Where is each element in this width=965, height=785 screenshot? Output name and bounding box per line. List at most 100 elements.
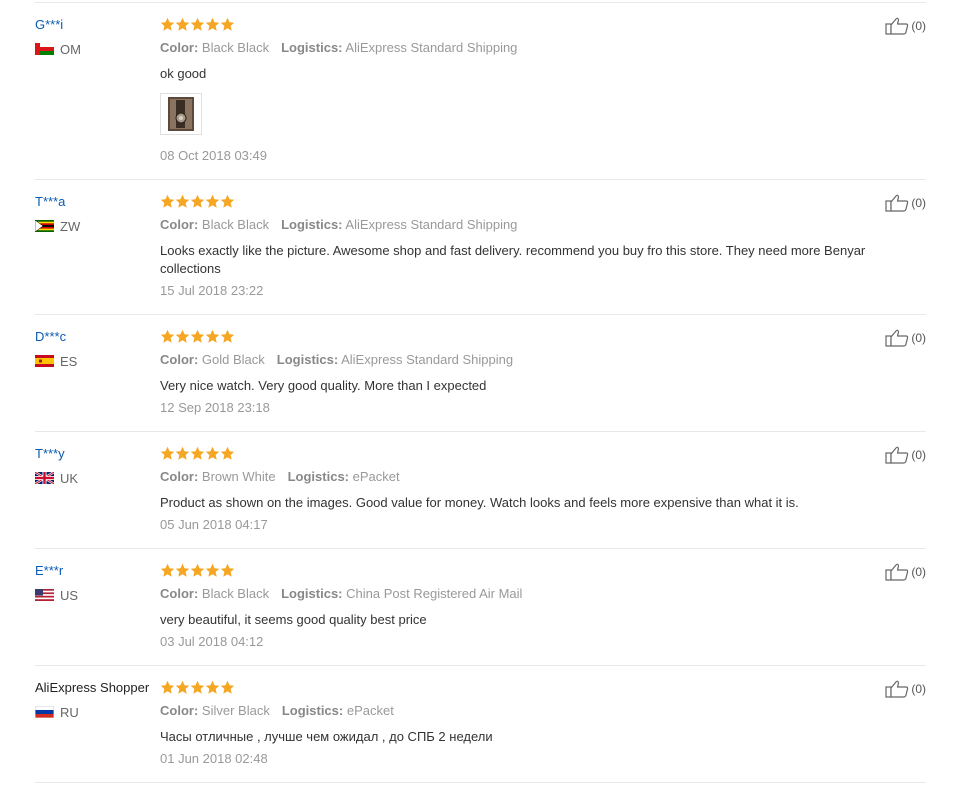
logistics-label: Logistics: [276,352,339,367]
review-item: AliExpress Shopper RU Color: Silver Blac… [35,666,926,783]
thumbs-up-icon [885,17,909,35]
helpful-count: (0) [911,19,926,33]
reviewer-country: OM [35,41,160,57]
color-label: Color: [160,469,199,484]
reviewer-name[interactable]: D***c [35,329,160,345]
review-item: T***y UK Color: Brown White Logistics: eP… [35,432,926,549]
star-icon [175,563,190,577]
country-code: UK [60,470,79,486]
review-item: T***a ZW Color: Black Black Logistics: Al… [35,180,926,315]
review-attributes: Color: Black Black Logistics: AliExpress … [160,40,880,56]
star-icon [220,680,235,694]
star-icon [175,446,190,460]
flag-es-icon [35,355,54,367]
color-value: Black Black [201,40,270,55]
star-rating [160,17,880,33]
reviewer-name[interactable]: E***r [35,563,160,579]
feedback-list: G***i OM Color: Black Black Logistics: Al… [0,0,965,785]
helpful-count: (0) [911,196,926,210]
helpful-button[interactable]: (0) [885,446,926,464]
helpful-button[interactable]: (0) [885,329,926,347]
review-attributes: Color: Black Black Logistics: AliExpress … [160,217,880,233]
thumbs-up-icon [885,563,909,581]
review-content: Color: Brown White Logistics: ePacket Pro… [160,446,880,533]
review-item: G***i OM Color: Black Black Logistics: Al… [35,3,926,180]
reviewer-name[interactable]: T***a [35,194,160,210]
reviewer-info: T***y UK [35,446,160,486]
logistics-value: ePacket [346,703,394,718]
star-icon [190,194,205,208]
reviewer-name: AliExpress Shopper [35,680,150,695]
flag-om-icon [35,43,54,55]
flag-zw-icon [35,220,54,232]
review-attributes: Color: Gold Black Logistics: AliExpress S… [160,352,880,368]
helpful-button[interactable]: (0) [885,194,926,212]
thumbs-up-icon [885,680,909,698]
helpful-button[interactable]: (0) [885,563,926,581]
star-icon [220,563,235,577]
star-icon [190,17,205,31]
logistics-label: Logistics: [287,469,350,484]
color-value: Black Black [201,586,270,601]
star-icon [175,17,190,31]
star-icon [175,680,190,694]
country-code: ES [60,353,78,369]
star-icon [190,329,205,343]
helpful-count: (0) [911,331,926,345]
color-label: Color: [160,217,199,232]
reviewer-name[interactable]: T***y [35,446,160,462]
review-content: Color: Black Black Logistics: China Post … [160,563,880,650]
review-photo-thumbnail[interactable] [160,93,202,135]
star-icon [220,446,235,460]
star-icon [205,17,220,31]
color-label: Color: [160,703,199,718]
color-value: Black Black [201,217,270,232]
review-item: D***c ES Color: Gold Black Logistics: Ali… [35,315,926,432]
review-date: 01 Jun 2018 02:48 [160,751,268,766]
review-attributes: Color: Silver Black Logistics: ePacket [160,703,880,719]
star-icon [205,446,220,460]
review-date: 05 Jun 2018 04:17 [160,517,268,532]
flag-us-icon [35,589,54,601]
star-icon [205,680,220,694]
color-label: Color: [160,40,199,55]
country-code: RU [60,704,79,720]
star-icon [160,563,175,577]
reviewer-name[interactable]: G***i [35,17,160,33]
reviewer-country: UK [35,470,160,486]
star-icon [160,680,175,694]
star-icon [205,329,220,343]
review-date: 15 Jul 2018 23:22 [160,283,264,298]
star-icon [190,563,205,577]
helpful-button[interactable]: (0) [885,680,926,698]
review-date: 03 Jul 2018 04:12 [160,634,264,649]
star-icon [160,194,175,208]
logistics-value: AliExpress Standard Shipping [341,352,514,367]
helpful-button[interactable]: (0) [885,17,926,35]
helpful-count: (0) [911,448,926,462]
color-value: Brown White [201,469,276,484]
star-icon [205,563,220,577]
star-icon [175,194,190,208]
logistics-value: AliExpress Standard Shipping [345,40,518,55]
star-icon [220,329,235,343]
star-icon [190,446,205,460]
flag-uk-icon [35,472,54,484]
star-icon [220,194,235,208]
color-value: Gold Black [201,352,265,367]
star-icon [205,194,220,208]
logistics-value: ePacket [352,469,400,484]
thumbs-up-icon [885,194,909,212]
star-icon [160,446,175,460]
logistics-value: AliExpress Standard Shipping [345,217,518,232]
review-attributes: Color: Black Black Logistics: China Post … [160,586,880,602]
star-rating [160,329,880,345]
logistics-value: China Post Registered Air Mail [346,586,523,601]
star-icon [175,329,190,343]
watch-photo-icon [168,97,194,131]
review-content: Color: Black Black Logistics: AliExpress … [160,194,880,299]
color-label: Color: [160,586,199,601]
thumbs-up-icon [885,446,909,464]
color-value: Silver Black [201,703,270,718]
review-text: Product as shown on the images. Good val… [160,495,799,510]
